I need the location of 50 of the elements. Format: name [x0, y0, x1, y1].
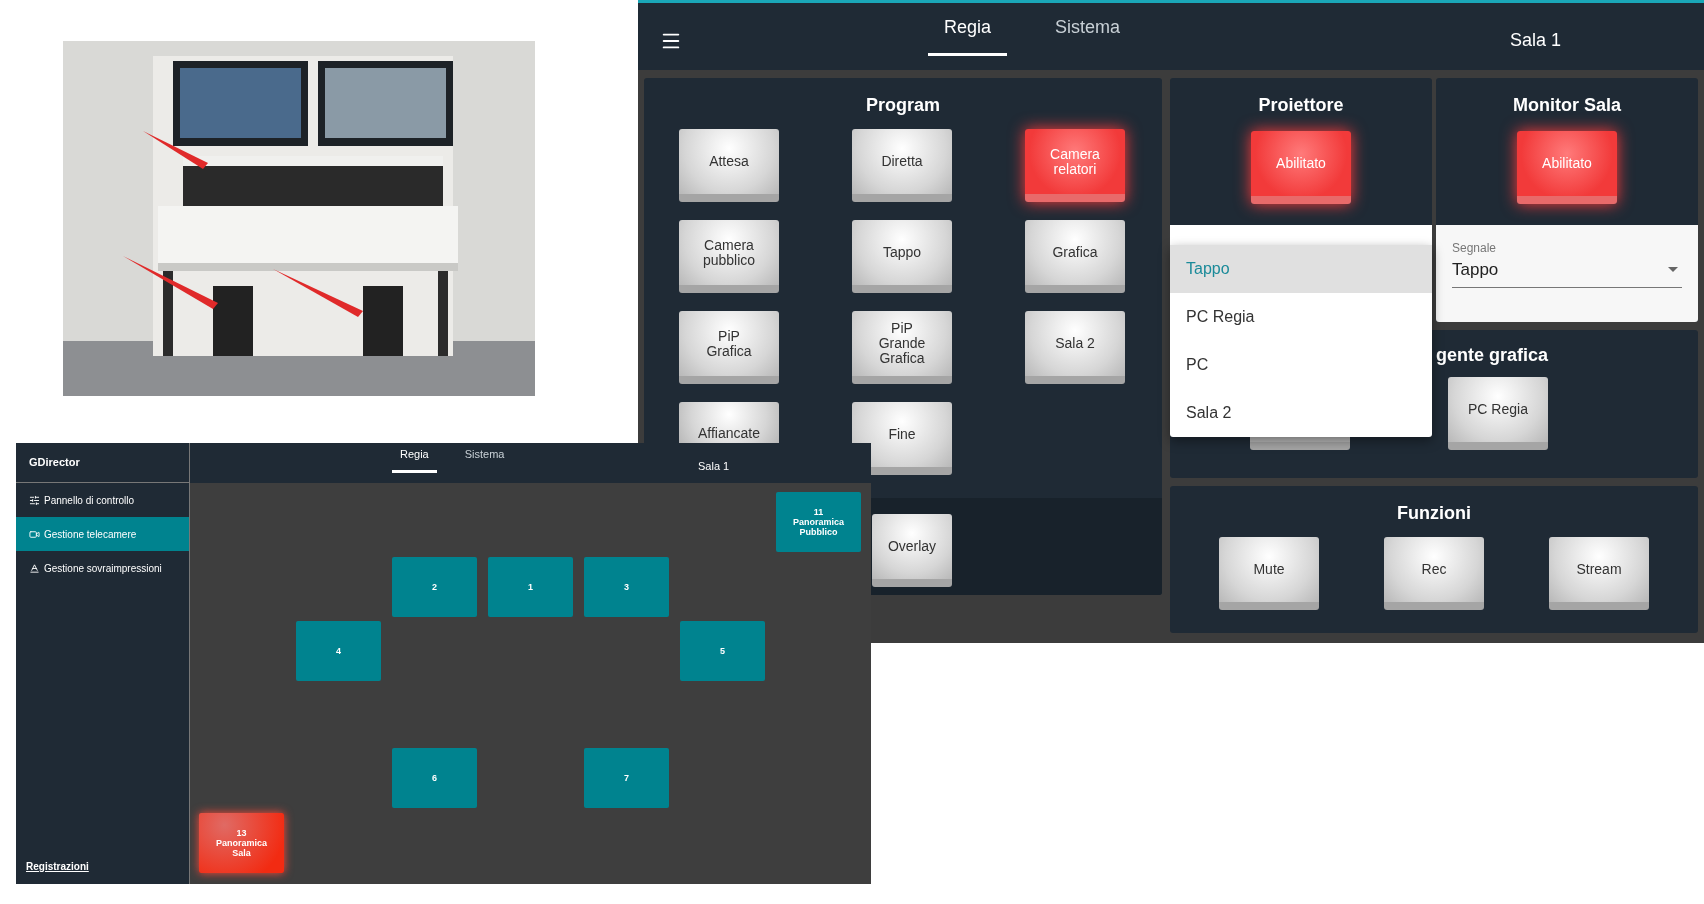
tab[interactable]: Regia — [392, 445, 437, 473]
program-button[interactable]: Grafica — [1025, 220, 1125, 293]
program-button[interactable]: PC Regia — [1448, 377, 1548, 450]
signal-select[interactable]: Segnale Tappo — [1452, 239, 1682, 288]
program-button[interactable]: Camera pubblico — [679, 220, 779, 293]
program-button[interactable]: Mute — [1219, 537, 1319, 610]
camera-tile[interactable]: 2 — [392, 557, 477, 617]
room-label: Sala 1 — [698, 459, 730, 474]
panel-title: Proiettore — [1258, 94, 1344, 117]
tab[interactable]: Sistema — [1039, 14, 1137, 56]
program-button[interactable]: Stream — [1549, 537, 1649, 610]
sidebar-item[interactable]: Gestione sovraimpressioni — [16, 551, 189, 585]
menu-item[interactable]: PC — [1170, 341, 1432, 389]
sidebar-icon — [29, 494, 40, 506]
program-button[interactable]: Overlay — [872, 514, 952, 587]
tab[interactable]: Sistema — [456, 445, 513, 473]
camera-tile[interactable]: 13 Panoramica Sala — [199, 813, 284, 873]
sidebar-icon — [29, 528, 40, 540]
sidebar-item[interactable]: Pannello di controllo — [16, 483, 189, 517]
tab[interactable]: Regia — [928, 14, 1008, 56]
camera-tile[interactable]: 1 — [488, 557, 573, 617]
program-button[interactable]: Sala 2 — [1025, 311, 1125, 384]
program-button[interactable]: Attesa — [679, 129, 779, 202]
menu-item[interactable]: Sala 2 — [1170, 389, 1432, 437]
panel-title: Program — [865, 94, 941, 117]
dropdown-caret-icon — [1668, 267, 1678, 273]
camera-tile[interactable]: 6 — [392, 748, 477, 808]
program-button[interactable]: Fine — [852, 402, 952, 475]
program-button[interactable]: PiP Grafica — [679, 311, 779, 384]
camera-tile[interactable]: 7 — [584, 748, 669, 808]
room-label: Sala 1 — [1510, 29, 1562, 52]
recordings-link[interactable]: Registrazioni — [26, 859, 189, 874]
camera-tile[interactable]: 4 — [296, 621, 381, 681]
select-value: Tappo — [1452, 259, 1499, 281]
sidebar-icon — [29, 562, 40, 574]
app-title: GDirector — [29, 455, 80, 471]
program-button[interactable]: PiP Grande Grafica — [852, 311, 952, 384]
program-button[interactable]: Rec — [1384, 537, 1484, 610]
sidebar-item[interactable]: Gestione telecamere — [16, 517, 189, 551]
program-button[interactable]: Tappo — [852, 220, 952, 293]
camera-tile[interactable]: 5 — [680, 621, 765, 681]
camera-tile[interactable]: 11 Panoramica Pubblico — [776, 492, 861, 552]
camera-tile[interactable]: 3 — [584, 557, 669, 617]
select-label: Segnale — [1452, 240, 1498, 257]
panel-title: gente grafica — [1436, 344, 1549, 367]
menu-item[interactable]: PC Regia — [1170, 293, 1432, 341]
program-button[interactable]: Diretta — [852, 129, 952, 202]
panel-title: Monitor Sala — [1513, 94, 1621, 117]
panel-title: Funzioni — [1397, 502, 1471, 525]
program-button[interactable]: Affiancate — [679, 402, 779, 443]
